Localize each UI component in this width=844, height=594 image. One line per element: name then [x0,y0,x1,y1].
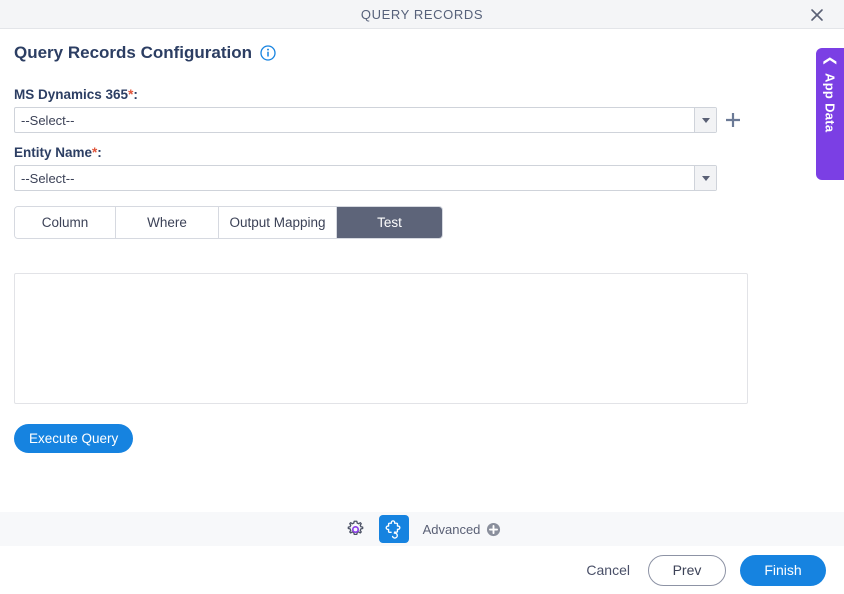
add-ms-dynamics-365-button[interactable] [722,107,744,133]
field-label-text: MS Dynamics 365 [14,87,129,102]
window-title: QUERY RECORDS [360,6,484,22]
tab-label: Column [41,215,89,230]
ms-dynamics-365-value: --Select-- [21,112,75,128]
dropdown-arrow-button[interactable] [694,108,716,132]
tab-where[interactable]: Where [116,207,219,238]
page-title: Query Records Configuration [14,43,253,62]
page-heading: Query Records Configuration [14,43,276,63]
dialog-footer: Cancel Prev Finish [0,546,844,594]
close-icon [811,8,823,21]
info-icon[interactable] [260,45,276,61]
chevron-down-icon [701,175,710,181]
tab-column[interactable]: Column [15,207,116,238]
bottom-toolbar: Advanced [0,512,844,546]
config-tabs: Column Where Output Mapping Test [14,206,443,239]
plus-icon [726,113,740,127]
close-button[interactable] [800,0,834,29]
finish-button[interactable]: Finish [740,554,826,586]
label-colon: : [97,145,102,160]
field-label-text: Entity Name [14,145,93,160]
entity-name-value: --Select-- [21,170,75,186]
ms-dynamics-365-select[interactable]: --Select-- [14,107,717,133]
dropdown-arrow-button[interactable] [694,166,716,190]
query-result-textarea[interactable] [14,273,748,404]
entity-name-label: Entity Name*: [14,145,102,160]
app-data-label: App Data [822,73,838,133]
label-colon: : [133,87,138,102]
entity-name-select[interactable]: --Select-- [14,165,717,191]
chevron-left-icon: ❮ [823,55,838,67]
ms-dynamics-365-label: MS Dynamics 365*: [14,87,138,102]
window-titlebar: QUERY RECORDS [0,0,844,29]
tab-label: Output Mapping [229,215,326,230]
gear-icon [347,520,364,535]
settings-button[interactable] [343,516,369,542]
tab-label: Where [147,215,187,230]
tab-test[interactable]: Test [337,207,442,238]
tab-output-mapping[interactable]: Output Mapping [219,207,337,238]
execute-query-button[interactable]: Execute Query [14,424,134,453]
plugin-button[interactable] [378,515,409,543]
cancel-button[interactable]: Cancel [582,556,634,584]
puzzle-refresh-icon [385,519,401,539]
prev-button[interactable]: Prev [648,554,726,586]
advanced-toggle[interactable]: Advanced [423,522,502,537]
chevron-down-icon [701,117,710,123]
tab-label: Test [377,215,402,230]
app-data-panel-toggle[interactable]: ❮ App Data [816,48,844,180]
advanced-label: Advanced [422,521,481,537]
plus-circle-icon[interactable] [486,522,501,537]
